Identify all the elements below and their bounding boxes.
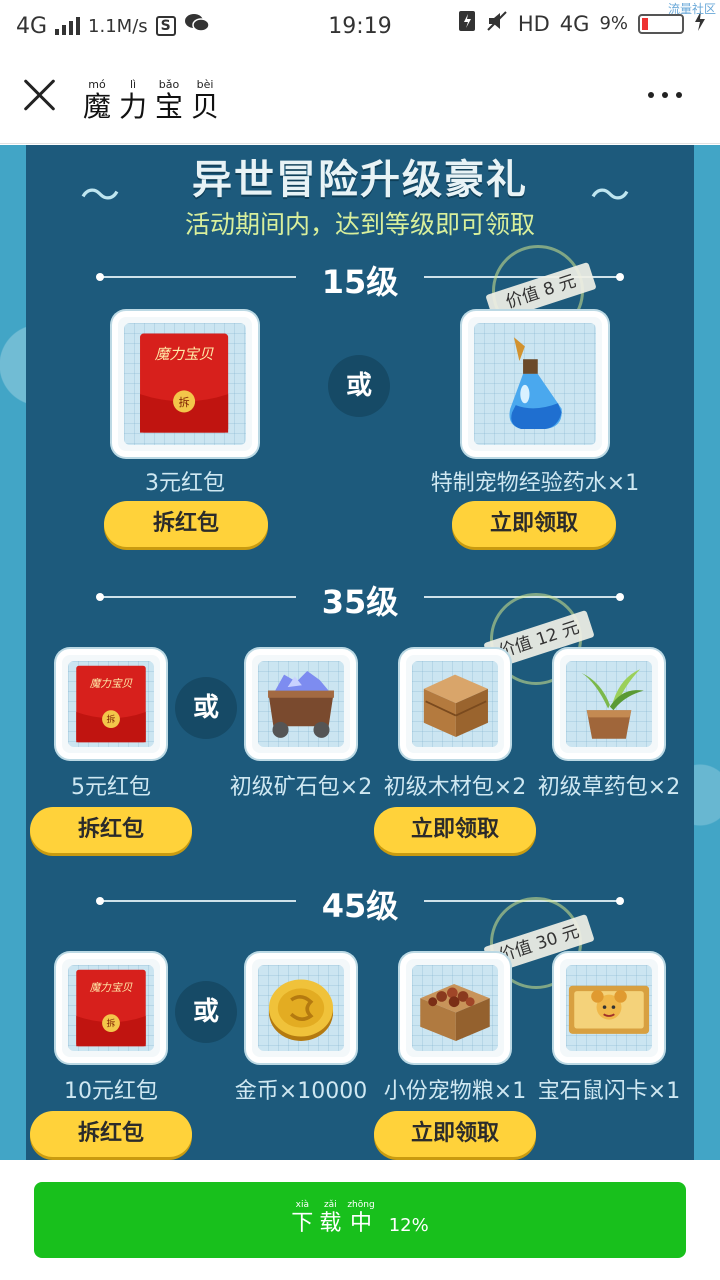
nfc-icon — [458, 10, 476, 37]
reward-card-petfood[interactable] — [400, 953, 510, 1063]
page-title: mó 魔 lì 力 bǎo 宝 bèi 贝 — [82, 78, 220, 122]
title-char: mó 魔 — [82, 78, 111, 123]
gold-coin-icon — [268, 979, 334, 1041]
watermark: 流量社区 — [667, 2, 716, 16]
download-bar: xià 下 zǎi 载 zhōng 中 12% — [0, 1160, 720, 1280]
game-content: 〜 〜 异世冒险升级豪礼 活动期间内，达到等级即可领取 15级 价值 8 元 拆… — [0, 145, 720, 1160]
level-header: 45级 — [0, 881, 720, 925]
redpack-card[interactable]: 拆 魔力宝贝 — [56, 649, 166, 759]
title-bar: mó 魔 lì 力 bǎo 宝 bèi 贝 — [0, 52, 720, 144]
level-title: 15级 — [321, 263, 399, 301]
svg-text:拆: 拆 — [107, 1018, 116, 1030]
banner-subtitle: 活动期间内，达到等级即可领取 — [184, 210, 535, 239]
or-badge: 或 — [175, 981, 237, 1043]
download-progress: 12% — [388, 1215, 429, 1236]
claim-button[interactable]: 立即领取 — [452, 501, 616, 547]
download-char: xià 下 — [291, 1200, 314, 1236]
redpack-label: 3元红包 — [145, 471, 225, 496]
svg-text:魔力宝贝: 魔力宝贝 — [90, 981, 133, 994]
open-redpack-button[interactable]: 拆红包 — [30, 807, 192, 853]
level-title: 35级 — [321, 583, 399, 621]
reward-card-wood[interactable] — [400, 649, 510, 759]
redpack-card[interactable]: 拆 魔力宝贝 — [112, 311, 258, 457]
reward-label: 初级矿石包×2 — [229, 775, 373, 800]
reward-label: 初级木材包×2 — [383, 775, 527, 800]
svg-text:拆: 拆 — [179, 395, 190, 409]
potion-icon — [509, 337, 562, 429]
svg-text:魔力宝贝: 魔力宝贝 — [90, 677, 133, 690]
redpack-label: 10元红包 — [64, 1079, 158, 1104]
or-badge: 或 — [175, 677, 237, 739]
level-title: 45级 — [321, 887, 399, 925]
download-char: zhōng 中 — [347, 1200, 375, 1236]
title-char: bǎo 宝 — [154, 78, 183, 123]
redpack-icon: 拆 魔力宝贝 — [76, 969, 146, 1047]
gem-mouse-card-icon — [568, 985, 650, 1034]
herb-basket-icon — [581, 669, 644, 739]
status-bar: 4G 1.1M/s S 19:19 HD 4G 9% 流量社区 — [0, 0, 720, 52]
open-redpack-button[interactable]: 拆红包 — [30, 1111, 192, 1157]
or-badge: 或 — [328, 355, 390, 417]
hd-label: HD — [517, 11, 550, 36]
wood-crate-icon — [423, 674, 488, 737]
network-type-2: 4G — [559, 11, 590, 36]
svg-text:拆: 拆 — [107, 714, 116, 726]
reward-label: 金币×10000 — [234, 1079, 368, 1104]
claim-button[interactable]: 立即领取 — [374, 807, 536, 853]
reward-label: 特制宠物经验药水×1 — [430, 471, 640, 496]
redpack-icon: 拆 魔力宝贝 — [140, 333, 229, 433]
svg-text:魔力宝贝: 魔力宝贝 — [155, 346, 215, 363]
banner-title: 异世冒险升级豪礼 — [192, 157, 528, 203]
open-redpack-button[interactable]: 拆红包 — [104, 501, 268, 547]
redpack-label: 5元红包 — [71, 775, 151, 800]
download-char: zǎi 载 — [319, 1200, 342, 1236]
reward-card-flashcard[interactable] — [554, 953, 664, 1063]
close-icon[interactable] — [22, 76, 58, 112]
level-header: 35级 — [0, 577, 720, 621]
more-menu-icon[interactable] — [648, 92, 682, 98]
level-header: 15级 — [0, 257, 720, 301]
redpack-card[interactable]: 拆 魔力宝贝 — [56, 953, 166, 1063]
reward-label: 初级草药包×2 — [537, 775, 681, 800]
battery-percent: 9% — [599, 13, 628, 34]
ore-cart-icon — [268, 671, 334, 738]
reward-card-ore[interactable] — [246, 649, 356, 759]
download-button[interactable]: xià 下 zǎi 载 zhōng 中 12% — [34, 1182, 686, 1258]
pet-food-icon — [420, 983, 490, 1041]
mute-icon — [486, 10, 508, 37]
reward-card-coins[interactable] — [246, 953, 356, 1063]
claim-button[interactable]: 立即领取 — [374, 1111, 536, 1157]
redpack-icon: 拆 魔力宝贝 — [76, 665, 146, 743]
title-char: bèi 贝 — [190, 78, 219, 123]
reward-label: 小份宠物粮×1 — [383, 1079, 527, 1104]
title-char: lì 力 — [118, 78, 147, 123]
reward-card-potion[interactable] — [462, 311, 608, 457]
reward-card-herb[interactable] — [554, 649, 664, 759]
reward-label: 宝石鼠闪卡×1 — [537, 1079, 681, 1104]
